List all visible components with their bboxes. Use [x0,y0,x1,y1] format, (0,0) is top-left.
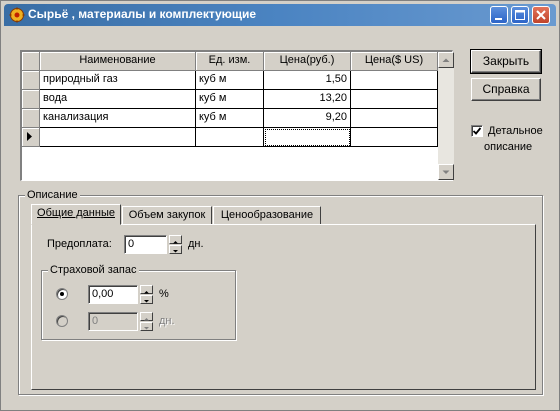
detail-description-label-line1: Детальное [488,125,543,137]
scroll-up-button[interactable] [438,52,454,68]
active-tab-joiner [32,223,120,225]
column-header-price-usd[interactable]: Цена($ US) [351,52,438,71]
tab-pricing-label: Ценообразование [220,209,314,221]
spin-down-button[interactable] [140,295,153,304]
radio-dot-icon [60,292,64,296]
spin-down-icon [144,300,149,303]
help-button[interactable]: Справка [471,78,541,101]
close-icon [536,10,546,20]
cell-price-usd[interactable] [351,90,438,109]
scroll-down-button[interactable] [438,164,454,180]
help-button-label: Справка [482,82,530,96]
current-row-indicator[interactable] [22,128,40,147]
reserve-days-spinner[interactable] [140,312,153,331]
app-gear-icon [9,7,25,23]
arrow-down-icon [442,170,450,174]
spin-up-icon [144,291,149,294]
cell-unit[interactable]: куб м [196,90,264,109]
detail-description-label-line2: описание [484,141,533,153]
prepayment-unit: дн. [188,238,204,250]
tab-purchase-volume[interactable]: Объем закупок [122,206,212,225]
materials-grid[interactable]: Наименование Ед. изм. Цена(руб.) Цена($ … [20,50,454,181]
title-bar[interactable]: Сырьё , материалы и комплектующие [4,4,556,26]
reserve-days-input[interactable]: 0 [88,312,138,331]
close-window-button[interactable] [532,6,550,24]
reserve-percent-input[interactable]: 0,00 [88,285,138,304]
tab-general-data-label: Общие данные [37,207,115,219]
minimize-button[interactable] [490,6,508,24]
cell-name[interactable] [40,128,196,147]
reserve-days-unit: дн. [159,315,175,327]
maximize-button[interactable] [511,6,529,24]
cell-price-rub[interactable]: 1,50 [264,71,351,90]
close-button-label: Закрыть [482,54,530,68]
description-group-label: Описание [25,189,80,201]
cell-name[interactable]: канализация [40,109,196,128]
maximize-icon [515,10,525,20]
dialog-window: Сырьё , материалы и комплектующие Наимен… [0,0,560,411]
cell-unit[interactable]: куб м [196,109,264,128]
column-header-unit[interactable]: Ед. изм. [196,52,264,71]
checkmark-icon [472,127,482,135]
reserve-groupbox [41,270,236,340]
cell-name[interactable]: природный газ [40,71,196,90]
minimize-icon [495,18,502,20]
close-button[interactable]: Закрыть [470,49,542,74]
tab-pricing[interactable]: Ценообразование [213,206,321,225]
window-title: Сырьё , материалы и комплектующие [28,7,257,21]
spin-up-icon [144,318,149,321]
reserve-days-radio[interactable] [56,315,68,327]
cell-name[interactable]: вода [40,90,196,109]
spin-up-icon [173,241,178,244]
grid-vertical-scrollbar[interactable] [438,52,454,180]
spin-down-button[interactable] [140,322,153,331]
prepayment-label: Предоплата: [47,238,112,250]
row-indicator[interactable] [22,109,40,128]
cell-unit[interactable]: куб м [196,71,264,90]
spin-up-button[interactable] [169,235,182,244]
spin-down-icon [173,250,178,253]
reserve-group-label: Страховой запас [48,264,139,276]
spin-up-button[interactable] [140,312,153,321]
reserve-percent-spinner[interactable] [140,285,153,304]
cell-price-rub[interactable]: 9,20 [264,109,351,128]
row-indicator[interactable] [22,90,40,109]
reserve-percent-unit: % [159,288,169,300]
cell-price-usd[interactable] [351,128,438,147]
detail-description-checkbox[interactable] [471,125,483,137]
cell-price-rub-focused[interactable] [264,128,351,147]
tab-general-data[interactable]: Общие данные [31,204,121,225]
cell-price-usd[interactable] [351,71,438,90]
cell-price-rub[interactable]: 13,20 [264,90,351,109]
prepayment-spinner[interactable] [169,235,182,254]
tab-purchase-volume-label: Объем закупок [128,209,206,221]
cell-price-usd[interactable] [351,109,438,128]
row-pointer-icon [27,132,32,141]
spin-down-button[interactable] [169,245,182,254]
grid-corner [22,52,40,71]
spin-up-button[interactable] [140,285,153,294]
column-header-name[interactable]: Наименование [40,52,196,71]
reserve-percent-radio[interactable] [56,288,68,300]
row-indicator[interactable] [22,71,40,90]
cell-unit[interactable] [196,128,264,147]
spin-down-icon [144,327,149,330]
arrow-up-icon [442,58,450,62]
prepayment-input[interactable]: 0 [124,235,167,254]
column-header-price-rub[interactable]: Цена(руб.) [264,52,351,71]
